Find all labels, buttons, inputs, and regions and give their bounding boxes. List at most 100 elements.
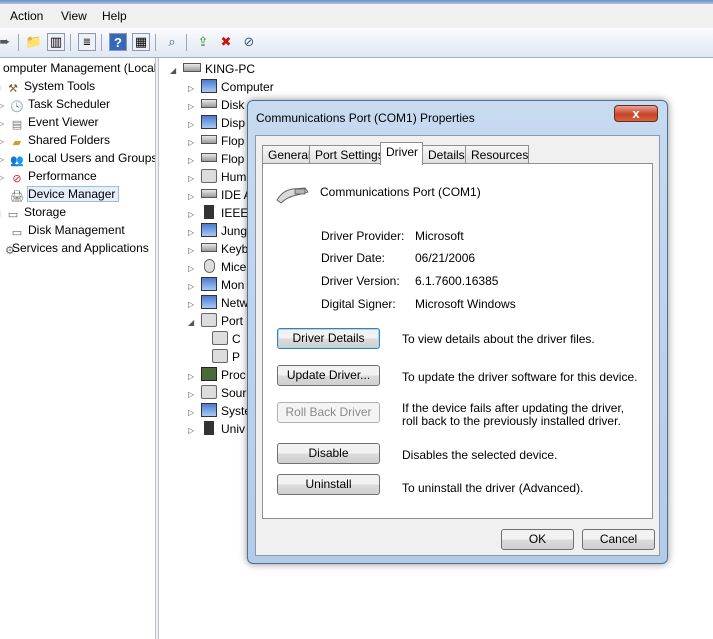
collapse-arrow-icon[interactable]: ◢ bbox=[0, 79, 2, 96]
expand-arrow-icon[interactable]: ▷ bbox=[0, 97, 6, 114]
uninstall-button[interactable]: Uninstall bbox=[277, 474, 380, 495]
device-category-processors[interactable]: ▷ Proc bbox=[188, 367, 246, 384]
device-category-ports[interactable]: ◢ Port bbox=[188, 313, 243, 330]
folder-up-icon[interactable]: 📁 bbox=[25, 33, 43, 51]
properties-icon[interactable]: ≣ bbox=[78, 33, 96, 51]
expand-arrow-icon[interactable]: ▷ bbox=[188, 116, 198, 133]
device-item-com1[interactable]: C bbox=[212, 331, 241, 348]
device-category-hid[interactable]: ▷ Hum bbox=[188, 169, 246, 186]
tree-item-label: Disk Management bbox=[28, 223, 125, 237]
collapse-arrow-icon[interactable]: ◢ bbox=[170, 62, 180, 79]
close-button[interactable]: x bbox=[614, 105, 658, 122]
uninstall-icon[interactable]: ✖ bbox=[217, 33, 235, 51]
expand-arrow-icon[interactable]: ▷ bbox=[188, 224, 198, 241]
expand-arrow-icon[interactable]: ▷ bbox=[188, 296, 198, 313]
device-category-keyboards[interactable]: ▷ Keyb bbox=[188, 241, 248, 258]
ok-button[interactable]: OK bbox=[501, 529, 574, 550]
device-category-monitors[interactable]: ▷ Mon bbox=[188, 277, 244, 294]
expand-arrow-icon[interactable]: ▷ bbox=[188, 422, 198, 439]
expand-arrow-icon[interactable]: ▷ bbox=[188, 368, 198, 385]
tree-item-performance[interactable]: ▷ ⊘ Performance bbox=[0, 168, 97, 185]
tree-item-event-viewer[interactable]: ▷ ▤ Event Viewer bbox=[0, 114, 98, 131]
show-hide-action-icon[interactable]: ▦ bbox=[132, 33, 150, 51]
tab-general[interactable]: General bbox=[262, 145, 311, 164]
device-category-system[interactable]: ▷ Syste bbox=[188, 403, 251, 420]
menu-help[interactable]: Help bbox=[102, 9, 127, 23]
expand-arrow-icon[interactable]: ▷ bbox=[188, 260, 198, 277]
expand-arrow-icon[interactable]: ▷ bbox=[0, 241, 2, 258]
help-icon[interactable]: ? bbox=[109, 33, 127, 51]
expand-arrow-icon[interactable]: ▷ bbox=[0, 169, 6, 186]
services-icon: ⚙ bbox=[5, 245, 15, 257]
tab-details[interactable]: Details bbox=[422, 145, 466, 164]
tree-item-task-scheduler[interactable]: ▷ 🕓 Task Scheduler bbox=[0, 96, 110, 113]
roll-back-driver-button[interactable]: Roll Back Driver bbox=[277, 402, 380, 423]
tree-item-label: omputer Management (Local bbox=[3, 61, 156, 75]
cancel-button[interactable]: Cancel bbox=[582, 529, 655, 550]
tree-item-label: System Tools bbox=[24, 79, 96, 93]
tab-driver[interactable]: Driver bbox=[380, 142, 423, 165]
tree-item-computer-management[interactable]: omputer Management (Local bbox=[0, 60, 156, 77]
tab-port-settings[interactable]: Port Settings bbox=[309, 145, 384, 164]
expand-arrow-icon[interactable]: ▷ bbox=[188, 278, 198, 295]
menu-view[interactable]: View bbox=[61, 9, 87, 23]
driver-date-value: 06/21/2006 bbox=[415, 251, 476, 265]
scan-hardware-icon[interactable]: ⌕ bbox=[163, 33, 181, 51]
show-hide-tree-icon[interactable]: ▥ bbox=[47, 33, 65, 51]
expand-arrow-icon[interactable]: ▷ bbox=[188, 170, 198, 187]
device-tree-root[interactable]: ◢ KING-PC bbox=[170, 61, 255, 78]
driver-details-button[interactable]: Driver Details bbox=[277, 328, 380, 349]
device-category-usb[interactable]: ▷ Univ bbox=[188, 421, 245, 438]
tree-item-label: Services and Applications bbox=[12, 241, 149, 255]
expand-arrow-icon[interactable]: ▷ bbox=[188, 404, 198, 421]
disable-button[interactable]: Disable bbox=[277, 443, 380, 464]
tree-item-shared-folders[interactable]: ▷ ▰ Shared Folders bbox=[0, 132, 110, 149]
tree-item-storage[interactable]: ◢ ▭ Storage bbox=[0, 204, 66, 221]
computer-icon bbox=[201, 79, 217, 93]
expand-arrow-icon[interactable]: ▷ bbox=[188, 386, 198, 403]
pane-splitter[interactable] bbox=[155, 58, 159, 639]
collapse-arrow-icon[interactable]: ◢ bbox=[188, 314, 198, 331]
device-category-ide[interactable]: ▷ IDE A bbox=[188, 187, 252, 204]
device-category-label: Univ bbox=[221, 422, 246, 436]
back-arrow-icon[interactable]: ➨ bbox=[0, 33, 14, 51]
expand-arrow-icon[interactable]: ▷ bbox=[188, 152, 198, 169]
speaker-icon bbox=[201, 385, 217, 399]
expand-arrow-icon[interactable]: ▷ bbox=[188, 80, 198, 97]
tab-resources[interactable]: Resources bbox=[465, 145, 529, 164]
expand-arrow-icon[interactable]: ▷ bbox=[0, 115, 6, 132]
tree-item-services-applications[interactable]: ▷⚙Services and Applications bbox=[0, 240, 149, 257]
device-category-floppy-1[interactable]: ▷ Flop bbox=[188, 133, 244, 150]
mouse-icon bbox=[204, 259, 215, 273]
device-category-network[interactable]: ▷ Netw bbox=[188, 295, 248, 312]
device-category-computer[interactable]: ▷ Computer bbox=[188, 79, 274, 96]
expand-arrow-icon[interactable]: ▷ bbox=[188, 134, 198, 151]
update-driver-button[interactable]: Update Driver... bbox=[277, 365, 380, 386]
device-category-ieee[interactable]: ▷ IEEE bbox=[188, 205, 248, 222]
device-category-display[interactable]: ▷ Disp bbox=[188, 115, 245, 132]
expand-arrow-icon[interactable]: ▷ bbox=[188, 188, 198, 205]
expand-arrow-icon[interactable]: ▷ bbox=[0, 151, 6, 168]
device-category-sound[interactable]: ▷ Sour bbox=[188, 385, 246, 402]
tree-item-label: Task Scheduler bbox=[28, 97, 111, 111]
disable-icon[interactable]: ⊘ bbox=[240, 33, 258, 51]
roll-back-driver-description: If the device fails after updating the d… bbox=[402, 401, 625, 428]
expand-arrow-icon[interactable]: ▷ bbox=[188, 206, 198, 223]
tree-item-disk-management[interactable]: ▭ Disk Management bbox=[9, 222, 125, 239]
tree-item-device-manager[interactable]: 🖨 Device Manager bbox=[9, 186, 120, 203]
collapse-arrow-icon[interactable]: ◢ bbox=[0, 205, 2, 222]
device-category-jungo[interactable]: ▷ Jung bbox=[188, 223, 247, 240]
menu-action[interactable]: Action bbox=[10, 9, 43, 23]
device-item-printer-port[interactable]: P bbox=[212, 349, 240, 366]
device-category-floppy-2[interactable]: ▷ Flop bbox=[188, 151, 244, 168]
device-category-label: IEEE bbox=[221, 206, 249, 220]
update-driver-icon[interactable]: ⇪ bbox=[194, 33, 212, 51]
tree-item-local-users-groups[interactable]: ▷ 👥 Local Users and Groups bbox=[0, 150, 156, 167]
expand-arrow-icon[interactable]: ▷ bbox=[0, 133, 6, 150]
tree-item-system-tools[interactable]: ◢ ⚒ System Tools bbox=[0, 78, 95, 95]
expand-arrow-icon[interactable]: ▷ bbox=[188, 242, 198, 259]
jungo-icon bbox=[201, 223, 217, 237]
ide-controller-icon bbox=[201, 189, 217, 198]
device-category-mice[interactable]: ▷ Mice bbox=[188, 259, 246, 276]
expand-arrow-icon[interactable]: ▷ bbox=[188, 98, 198, 115]
